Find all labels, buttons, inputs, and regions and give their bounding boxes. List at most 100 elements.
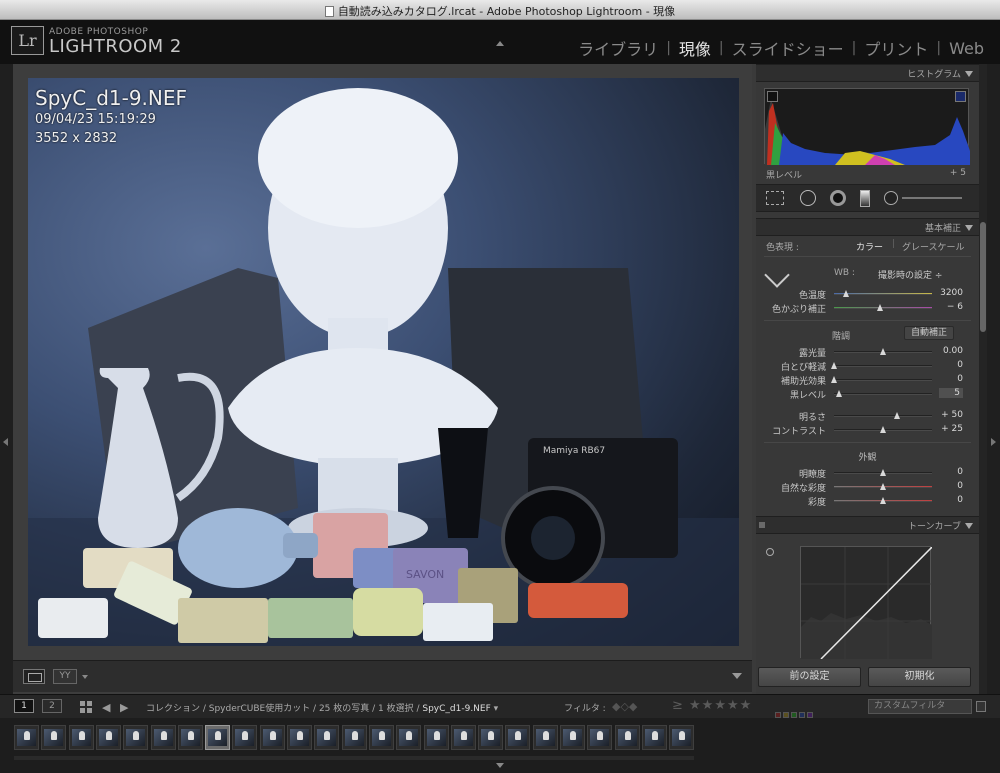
slider-temperature[interactable]: 色温度 3200 — [756, 287, 979, 301]
filmstrip-source-path[interactable]: コレクション / SpyderCUBE使用カット / 25 枚の写真 / 1 枚… — [146, 701, 498, 714]
slider-contrast[interactable]: コントラスト + 25 — [756, 423, 979, 437]
panel-toggle-switch[interactable] — [759, 522, 765, 528]
collapse-triangle-icon[interactable] — [965, 523, 973, 529]
wb-select[interactable]: 撮影時の設定 ÷ — [878, 268, 942, 281]
slider-thumb[interactable] — [880, 483, 886, 490]
slider-value[interactable]: 3200 — [939, 288, 963, 298]
crop-tool-icon[interactable] — [766, 191, 784, 205]
graduated-filter-icon[interactable] — [860, 190, 870, 207]
slider-value[interactable]: 0 — [939, 495, 963, 505]
slider-tint[interactable]: 色かぶり補正 − 6 — [756, 301, 979, 315]
slider-clarity[interactable]: 明瞭度 0 — [756, 466, 979, 480]
highlight-clip-toggle[interactable] — [955, 91, 966, 102]
filmstrip-thumbnail[interactable] — [341, 725, 367, 750]
filmstrip-thumbnail[interactable] — [314, 725, 340, 750]
filmstrip-thumbnail[interactable] — [41, 725, 67, 750]
filmstrip-thumbnail[interactable] — [423, 725, 449, 750]
slider-vibrance[interactable]: 自然な彩度 0 — [756, 480, 979, 494]
slider-thumb[interactable] — [835, 390, 842, 397]
filmstrip-thumbnail[interactable] — [123, 725, 149, 750]
forward-arrow-icon[interactable]: ▶ — [120, 701, 128, 714]
secondary-screen-button[interactable]: 2 — [42, 699, 62, 713]
slider-track[interactable] — [834, 390, 932, 397]
filter-lock-icon[interactable] — [976, 701, 986, 712]
slider-value[interactable]: 0 — [939, 467, 963, 477]
filmstrip-thumbnail[interactable] — [259, 725, 285, 750]
slider-thumb[interactable] — [877, 304, 884, 311]
previous-settings-button[interactable]: 前の設定 — [758, 667, 861, 687]
filmstrip-thumbnail[interactable] — [68, 725, 94, 750]
filmstrip-thumbnail[interactable] — [532, 725, 558, 750]
filmstrip-thumbnail[interactable] — [177, 725, 203, 750]
scrollbar-thumb[interactable] — [980, 222, 986, 332]
slider-thumb[interactable] — [880, 348, 886, 355]
slider-exposure[interactable]: 露光量 0.00 — [756, 345, 979, 359]
collapse-filmstrip-icon[interactable] — [496, 763, 504, 768]
left-panel-edge[interactable] — [0, 64, 13, 694]
tone-curve-header[interactable]: トーンカーブ — [756, 516, 979, 534]
right-panel-edge[interactable] — [987, 64, 1000, 694]
filmstrip-thumbnail[interactable] — [587, 725, 613, 750]
slider-track[interactable] — [834, 497, 932, 504]
basic-header[interactable]: 基本補正 — [756, 218, 979, 236]
slider-value[interactable]: + 50 — [939, 410, 963, 420]
module-develop[interactable]: 現像 — [679, 36, 711, 60]
slider-thumb[interactable] — [831, 376, 837, 383]
filmstrip-thumbnail[interactable] — [150, 725, 176, 750]
rating-filter-stars[interactable]: ≥ ★★★★★ — [672, 698, 752, 713]
module-web[interactable]: Web — [949, 39, 984, 58]
before-after-menu-icon[interactable] — [82, 675, 88, 679]
auto-tone-button[interactable]: 自動補正 — [904, 326, 954, 340]
grid-view-icon[interactable] — [80, 701, 92, 713]
slider-fill-light[interactable]: 補助光効果 0 — [756, 373, 979, 387]
slider-track[interactable] — [834, 469, 932, 476]
slider-value[interactable]: + 25 — [939, 424, 963, 434]
slider-value[interactable]: 0 — [939, 481, 963, 491]
filmstrip-thumbnail[interactable] — [368, 725, 394, 750]
filmstrip-thumbnail[interactable] — [287, 725, 312, 750]
filmstrip-thumbnail[interactable] — [478, 725, 504, 750]
collapse-triangle-icon[interactable] — [965, 71, 973, 77]
slider-value[interactable]: 0 — [939, 374, 963, 384]
slider-track[interactable] — [831, 376, 932, 383]
filmstrip-thumbnail[interactable] — [396, 725, 422, 750]
color-option[interactable]: カラー — [856, 240, 883, 253]
module-slideshow[interactable]: スライドショー — [732, 36, 844, 60]
reset-button[interactable]: 初期化 — [868, 667, 971, 687]
slider-saturation[interactable]: 彩度 0 — [756, 494, 979, 508]
slider-thumb[interactable] — [893, 412, 900, 419]
slider-value[interactable]: 0.00 — [939, 346, 963, 356]
targeted-adjustment-icon[interactable] — [766, 548, 774, 556]
adjustment-brush-icon[interactable] — [884, 191, 898, 205]
slider-track[interactable] — [834, 290, 932, 297]
before-after-button[interactable]: YY — [53, 669, 77, 684]
filmstrip-thumbnail[interactable] — [641, 725, 667, 750]
expand-right-panel-icon[interactable] — [991, 438, 996, 446]
slider-track[interactable] — [831, 362, 932, 369]
expand-left-panel-icon[interactable] — [3, 438, 8, 446]
slider-thumb[interactable] — [842, 290, 849, 297]
slider-thumb[interactable] — [880, 426, 886, 433]
back-arrow-icon[interactable]: ◀ — [102, 701, 110, 714]
photo-preview[interactable]: Mamiya RB67 SAVON SpyC_d1-9.NEF 09/04/23… — [28, 78, 739, 646]
filmstrip-thumbnail[interactable] — [95, 725, 121, 750]
right-panel-scrollbar[interactable] — [979, 64, 987, 694]
slider-value[interactable]: − 6 — [939, 302, 963, 312]
slider-track[interactable] — [834, 483, 932, 490]
slider-track[interactable] — [834, 304, 932, 311]
source-menu-chevron-icon[interactable]: ▾ — [494, 704, 499, 714]
filmstrip-thumbnail[interactable] — [614, 725, 640, 750]
slider-value[interactable]: 0 — [939, 360, 963, 370]
white-balance-eyedropper-icon[interactable] — [764, 262, 790, 288]
flag-filter-icons[interactable]: ◆◇◆ — [612, 700, 637, 713]
filmstrip-thumbnail[interactable] — [450, 725, 476, 750]
filmstrip-thumbnail[interactable] — [232, 725, 258, 750]
collapse-triangle-icon[interactable] — [965, 225, 973, 231]
filmstrip-thumbnail[interactable] — [669, 725, 695, 750]
spot-removal-tool-icon[interactable] — [800, 190, 816, 206]
red-eye-tool-icon[interactable] — [830, 190, 846, 206]
filmstrip-thumbnail[interactable] — [205, 725, 231, 750]
slider-brightness[interactable]: 明るさ + 50 — [756, 409, 979, 423]
slider-blacks[interactable]: 黒レベル 5 — [756, 387, 979, 401]
slider-thumb[interactable] — [880, 497, 886, 504]
